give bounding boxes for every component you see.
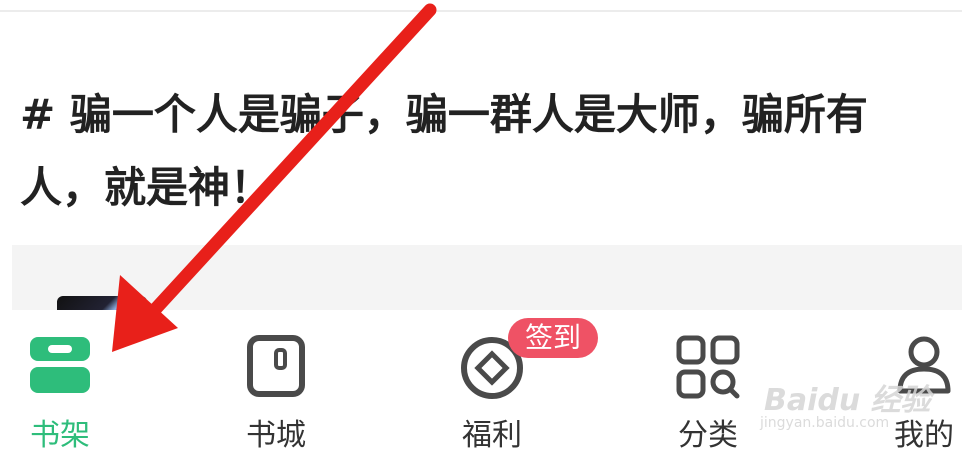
watermark-main-text: Baidu 经验: [764, 383, 931, 418]
nav-label-bookshelf: 书架: [30, 418, 90, 453]
sign-in-badge[interactable]: 签到: [508, 318, 598, 358]
nav-label-category: 分类: [678, 418, 738, 453]
article-title[interactable]: # 骗一个人是骗子，骗一群人是大师，骗所有人，就是神！: [20, 78, 940, 224]
baidu-watermark: Baidu 经验 jingyan.baidu.com: [760, 375, 960, 435]
book-store-icon: [247, 335, 305, 397]
category-grid-icon: [676, 335, 740, 399]
nav-item-book-store[interactable]: 书城: [216, 310, 336, 461]
nav-item-category[interactable]: 分类: [648, 310, 768, 461]
nav-label-book-store: 书城: [246, 418, 306, 453]
bookshelf-icon: [30, 337, 90, 393]
nav-item-bookshelf[interactable]: 书架: [0, 310, 120, 461]
watermark-url-text: jingyan.baidu.com: [760, 415, 890, 431]
nav-label-welfare: 福利: [462, 418, 522, 453]
top-divider: [0, 10, 962, 12]
